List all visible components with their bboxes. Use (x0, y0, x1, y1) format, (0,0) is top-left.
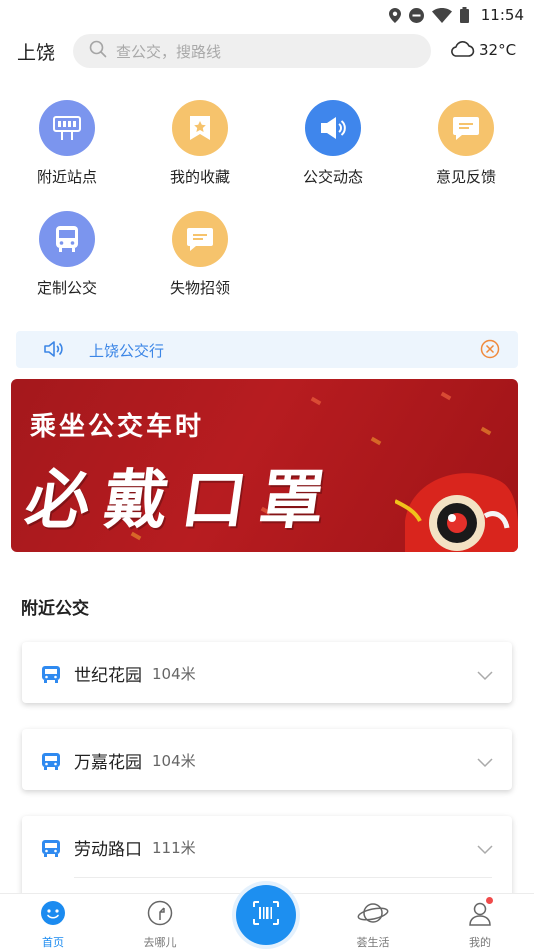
bus-stop-icon (39, 100, 95, 156)
home-face-icon (40, 900, 66, 930)
close-icon[interactable] (480, 339, 500, 363)
divider (74, 877, 492, 878)
scan-icon (252, 900, 280, 930)
search-icon (89, 40, 107, 62)
lion-dance-icon (394, 461, 518, 552)
confetti-decoration (310, 396, 322, 406)
scan-button[interactable] (236, 885, 296, 945)
speaker-icon (43, 340, 65, 362)
nearby-stop-card[interactable]: 万嘉花园 104米 (22, 729, 512, 790)
bus-icon (39, 211, 95, 267)
notice-bar[interactable]: 上饶公交行 (16, 331, 518, 368)
city-selector[interactable]: 上饶 (17, 38, 55, 65)
feedback-icon (438, 100, 494, 156)
shortcut-label: 定制公交 (36, 279, 97, 297)
wifi-icon (431, 7, 452, 23)
nav-life[interactable]: 荟生活 (343, 900, 403, 949)
header: 上饶 查公交，搜路线 32°C (0, 32, 534, 72)
nav-where-to[interactable]: 去哪儿 (130, 900, 190, 949)
shortcut-label: 附近站点 (36, 168, 97, 186)
shortcut-label: 公交动态 (302, 168, 363, 186)
shortcut-label: 意见反馈 (435, 168, 496, 186)
list-item[interactable]: 劳动路口 111米 (22, 816, 512, 878)
message-icon (172, 211, 228, 267)
promo-banner[interactable]: 乘坐公交车时 必戴口罩 (11, 379, 518, 552)
confetti-decoration (370, 436, 382, 446)
do-not-disturb-icon (408, 7, 424, 23)
search-bar[interactable]: 查公交，搜路线 (73, 34, 431, 68)
stop-name: 万嘉花园 (74, 753, 142, 773)
confetti-decoration (480, 426, 492, 436)
stop-distance: 111米 (152, 839, 196, 857)
nav-label: 我的 (469, 936, 491, 949)
shortcut-feedback[interactable]: 意见反馈 (411, 100, 521, 187)
nav-home[interactable]: 首页 (23, 900, 83, 949)
chevron-down-icon[interactable] (477, 753, 493, 772)
shortcut-custom-bus[interactable]: 定制公交 (12, 211, 122, 298)
battery-icon (459, 7, 469, 23)
stop-distance: 104米 (152, 752, 196, 770)
shortcut-favorites[interactable]: 我的收藏 (145, 100, 255, 187)
confetti-decoration (440, 391, 452, 401)
list-item[interactable]: 万嘉花园 104米 (22, 729, 512, 791)
banner-slogan: 必戴口罩 (20, 463, 344, 538)
weather-widget[interactable]: 32°C (449, 39, 516, 61)
list-item[interactable]: 世纪花园 104米 (22, 642, 512, 704)
status-bar: 11:54 (0, 0, 534, 30)
bookmark-star-icon (172, 100, 228, 156)
search-placeholder: 查公交，搜路线 (116, 42, 222, 61)
bus-icon (41, 664, 61, 688)
nav-label: 去哪儿 (143, 936, 177, 949)
section-title: 附近公交 (21, 599, 89, 619)
temperature: 32°C (479, 41, 517, 59)
shortcut-lost-found[interactable]: 失物招领 (145, 211, 255, 298)
shortcut-bus-news[interactable]: 公交动态 (278, 100, 388, 187)
nav-mine[interactable]: 我的 (450, 897, 510, 949)
planet-icon (357, 900, 389, 930)
chevron-down-icon[interactable] (477, 840, 493, 859)
cloud-icon (449, 39, 475, 61)
location-icon (388, 7, 401, 23)
bus-icon (41, 838, 61, 862)
clock: 11:54 (480, 6, 524, 24)
notice-text: 上饶公交行 (89, 342, 165, 360)
bus-icon (41, 751, 61, 775)
shortcut-label: 我的收藏 (169, 168, 230, 186)
nav-label: 荟生活 (356, 936, 390, 949)
shortcut-nearby-stops[interactable]: 附近站点 (12, 100, 122, 187)
megaphone-icon (305, 100, 361, 156)
user-icon (467, 900, 493, 930)
stop-name: 劳动路口 (74, 840, 142, 860)
chevron-down-icon[interactable] (477, 666, 493, 685)
shortcut-label: 失物招领 (169, 279, 230, 297)
bottom-nav: 首页 去哪儿 荟生活 我的 (0, 885, 534, 949)
notification-dot (486, 897, 493, 904)
compass-arrow-icon (147, 900, 173, 930)
nearby-stop-card[interactable]: 世纪花园 104米 (22, 642, 512, 703)
nav-label: 首页 (42, 936, 64, 949)
banner-headline: 乘坐公交车时 (30, 412, 205, 442)
stop-name: 世纪花园 (74, 666, 142, 686)
stop-distance: 104米 (152, 665, 196, 683)
